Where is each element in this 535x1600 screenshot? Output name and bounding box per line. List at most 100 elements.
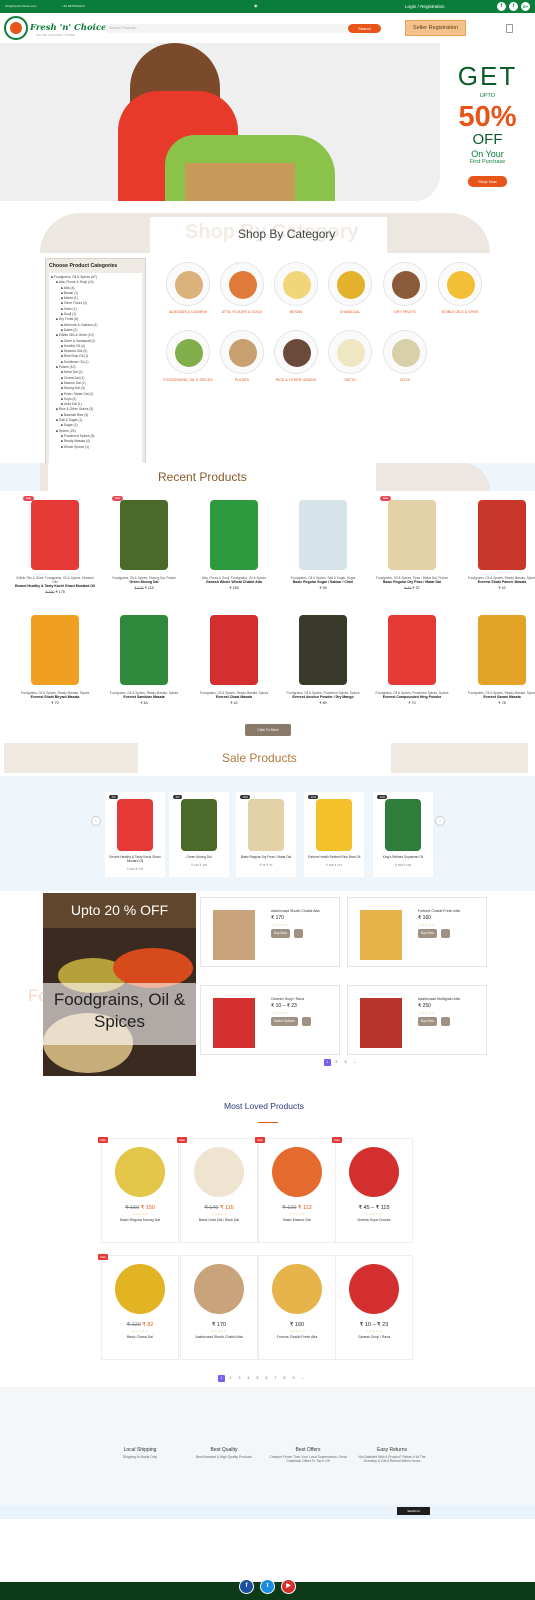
product-card[interactable]: Foodgrains, Oil & Spices, Ready Masala, … [461,611,535,705]
loved-product-image[interactable] [341,1143,407,1201]
product-name[interactable]: Everest Shahi Biryani Masala [14,695,96,699]
product-image[interactable]: Sale [378,496,446,574]
sale-name[interactable]: Basic Regular Dry Peas / Matar Dal [236,855,296,859]
product-image[interactable] [21,611,89,689]
category-item[interactable]: BESAN [270,262,322,315]
page-link[interactable]: 6 [263,1375,270,1382]
quick-view-icon[interactable] [441,929,450,938]
phone-text[interactable]: +91 9876543210 [62,4,85,8]
category-image[interactable] [220,330,264,374]
sale-image[interactable]: -13% [377,795,429,853]
category-label[interactable]: SATTU [324,378,376,383]
category-image[interactable] [328,330,372,374]
category-item[interactable]: CHANA DAL [324,262,376,315]
loved-product-card[interactable]: Sale ₹ 45 – ₹ 115 ☆☆☆☆☆ Nutrela Soya Chunks [332,1137,413,1243]
page-link[interactable]: 3 [236,1375,243,1382]
sale-image[interactable]: -18% [240,795,292,853]
category-item[interactable]: EDIBLE OILS & GHEE [434,262,486,315]
google-plus-icon[interactable]: G+ [521,2,530,11]
product-image[interactable]: Sale [21,496,89,574]
product-image[interactable] [378,611,446,689]
category-label[interactable]: SOYA [379,378,431,383]
product-name[interactable]: Emami Healthy & Tasty Kachi Ghani Mustar… [14,584,96,588]
facebook-icon[interactable]: f [497,2,506,11]
quick-view-icon[interactable] [294,929,303,938]
loved-product-image[interactable] [264,1260,330,1318]
seller-registration-button[interactable]: Seller Registration [405,20,466,36]
category-item[interactable]: RICE & OTHER GRAINS [270,330,322,383]
category-tree-item[interactable]: ■ Whole Spices (1) [51,445,142,450]
promo-product-image[interactable] [360,998,402,1048]
sale-name[interactable]: King's Refined Soyabean Oil [373,855,433,859]
search-button[interactable]: Search [348,24,381,33]
carousel-prev-icon[interactable]: ‹ [91,816,101,826]
category-label[interactable]: DRY FRUITS [379,310,431,315]
promo-product-name[interactable]: Aashirvaad Shudh Chakki Atta [271,909,320,913]
product-name[interactable]: Basic Regular Sugar / Sakkar / Chini [282,580,364,584]
product-categories[interactable]: Edible Oils & Ghee, Foodgrains, Oil & Sp… [14,576,96,584]
buy-now-button[interactable]: Buy Now [418,1017,437,1026]
category-label[interactable]: EDIBLE OILS & GHEE [434,310,486,315]
category-label[interactable]: PULSES [216,378,268,383]
page-link[interactable]: → [351,1059,358,1066]
loved-product-image[interactable] [186,1143,252,1201]
sale-image[interactable]: -3% [109,795,161,853]
page-link[interactable]: 9 [290,1375,297,1382]
loved-product-card[interactable]: Sale ₹ 120 ₹ 112 ☆☆☆☆☆ Basic Masoor Dal [255,1137,336,1243]
sale-image[interactable]: -4% [173,795,225,853]
category-label[interactable]: ATTA, FLOURS & SOOJI [216,310,268,315]
loved-product-name[interactable]: Nutrela Soya Chunks [336,1218,412,1222]
category-image[interactable] [166,262,210,306]
login-link[interactable]: Login / Registration [405,4,445,9]
page-link[interactable]: 5 [254,1375,261,1382]
loved-product-name[interactable]: Basic Regular Moong Dal [102,1218,178,1222]
page-link[interactable]: 7 [272,1375,279,1382]
sale-name[interactable]: Green Moong Dal [169,855,229,859]
sale-image[interactable]: -12% [308,795,360,853]
page-link[interactable]: → [299,1375,306,1382]
category-label[interactable]: FOODGRAINS, OIL & SPICES [162,378,214,383]
promo-product-image[interactable] [360,910,402,960]
loved-product-image[interactable] [264,1143,330,1201]
category-item[interactable]: PULSES [216,330,268,383]
page-link[interactable]: 1 [324,1059,331,1066]
sale-card[interactable]: -3% Emami Healthy & Tasty Kachi Ghani Mus… [105,792,165,877]
product-name[interactable]: Basic Regular Dry Peas / Matar Dal [371,580,453,584]
product-name[interactable]: Everest Garam Masala [461,695,535,699]
category-label[interactable]: BESAN [270,310,322,315]
category-label[interactable]: ALMONDS & CASHEW [162,310,214,315]
promo-product-card[interactable]: Aashirvaad Shudh Chakki Atta ₹ 170 ☆☆☆☆☆ Bu… [200,897,340,967]
loved-product-image[interactable] [107,1260,173,1318]
loved-product-card[interactable]: ₹ 170 ☆☆☆☆☆ Aashirvaad Shudh Chakki Atta [180,1255,258,1360]
product-image[interactable] [200,496,268,574]
footer-twitter-icon[interactable]: t [260,1579,275,1594]
loved-product-image[interactable] [341,1260,407,1318]
category-item[interactable]: ALMONDS & CASHEW [162,262,214,315]
category-item[interactable]: ATTA, FLOURS & SOOJI [216,262,268,315]
product-name[interactable]: Everest Amchur Powder / Dry Mango [282,695,364,699]
page-link[interactable]: 2 [227,1375,234,1382]
sale-card[interactable]: -4% Green Moong Dal ₹ 120 ₹ 115 [169,792,229,877]
product-card[interactable]: Foodgrains, Oil & Spices, Ready Masala, … [461,496,535,590]
category-image[interactable] [328,262,372,306]
buy-now-button[interactable]: Select Options [271,1017,298,1026]
click-more-button[interactable]: Click To More [245,724,291,736]
loved-product-name[interactable]: Basic Urad Dal / Beuli Dal [181,1218,257,1222]
loved-product-card[interactable]: Sale ₹ 120 ₹ 82 ☆☆☆☆☆ Basic Chana Dal [98,1254,179,1360]
loved-product-card[interactable]: ₹ 160 ☆☆☆☆☆ Fortune Chakki Fresh Atta [258,1255,336,1360]
category-item[interactable]: SATTU [324,330,376,383]
category-item[interactable]: FOODGRAINS, OIL & SPICES [162,330,214,383]
logo-name[interactable]: Fresh 'n' Choice [30,23,106,33]
sale-name[interactable]: Emami Healthy & Tasty Kachi Ghani Mustar… [105,855,165,863]
product-card[interactable]: Atta, Flours & Sooji, Foodgrains, Oil & … [193,496,275,590]
loved-product-card[interactable]: ₹ 10 – ₹ 23 ☆☆☆☆☆ Ganesh Sooji / Rava [335,1255,413,1360]
loved-product-name[interactable]: Basic Masoor Dal [259,1218,335,1222]
product-image[interactable] [289,611,357,689]
loved-product-image[interactable] [107,1143,173,1201]
product-card[interactable]: Foodgrains, Oil & Spices, Ready Masala, … [193,611,275,705]
category-image[interactable] [274,330,318,374]
loved-product-card[interactable]: Sale ₹ 140 ₹ 115 ☆☆☆☆☆ Basic Urad Dal / Beu… [177,1137,258,1243]
product-name[interactable]: Green Moong Dal [103,580,185,584]
page-link[interactable]: 4 [245,1375,252,1382]
product-card[interactable]: Foodgrains, Oil & Spices, Powdered Spice… [371,611,453,705]
